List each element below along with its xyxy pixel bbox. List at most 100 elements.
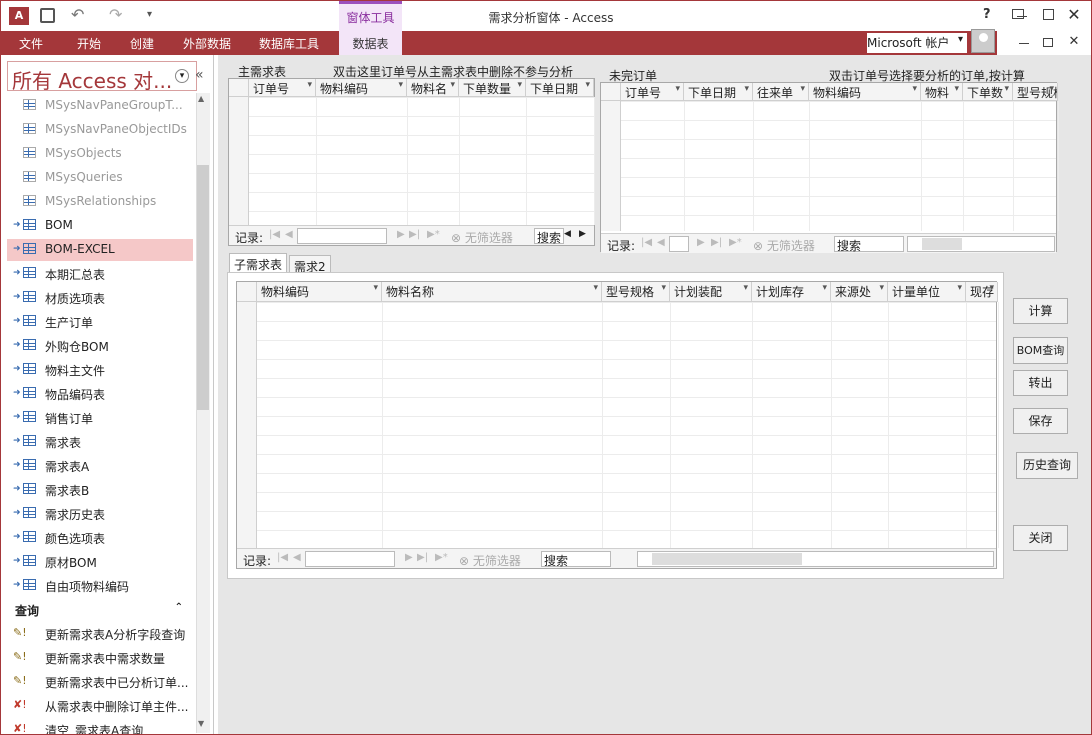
nav-table-item[interactable]: ➜ 需求表 [7, 431, 193, 453]
search-input[interactable]: 搜索 [534, 228, 564, 245]
column-header[interactable]: 计划库存 ▾ [752, 282, 831, 302]
column-dropdown-icon[interactable]: ▾ [912, 84, 917, 94]
column-header[interactable]: 来源处 ▾ [831, 282, 888, 302]
row-selector-column[interactable] [229, 79, 249, 225]
doc-restore-icon[interactable] [1037, 34, 1059, 52]
tab-external-data[interactable]: 外部数据 [183, 31, 231, 55]
column-dropdown-icon[interactable]: ▾ [398, 80, 403, 90]
save-icon[interactable] [40, 8, 55, 23]
column-dropdown-icon[interactable]: ▾ [1004, 84, 1009, 94]
prev-record-icon[interactable]: ◀ [293, 552, 301, 563]
nav-table-item[interactable]: ➜ 自由项物料编码 [7, 575, 193, 597]
tab-file[interactable]: 文件 [1, 31, 61, 55]
current-record-input[interactable] [297, 228, 387, 244]
save-button[interactable]: 保存 [1013, 408, 1068, 434]
nav-query-item[interactable]: ✎! 更新需求表中已分析订单... [7, 671, 193, 693]
column-header[interactable]: 下单日期 ▾ [526, 79, 594, 97]
column-dropdown-icon[interactable]: ▾ [450, 80, 455, 90]
column-dropdown-icon[interactable]: ▾ [800, 84, 805, 94]
nav-table-item[interactable]: ➜ 颜色选项表 [7, 527, 193, 549]
history-query-button[interactable]: 历史查询 [1016, 452, 1078, 479]
avatar[interactable] [971, 29, 995, 53]
last-record-icon[interactable]: ▶| [417, 552, 428, 563]
tab-create[interactable]: 创建 [130, 31, 154, 55]
next-record-icon[interactable]: ▶ [397, 229, 405, 240]
sub-demand-datasheet[interactable]: 记录: |◀ ◀ ▶ ▶| ▶* ⊗ 无筛选器 搜索 物料编码 ▾ 物料名称 ▾ 型号规… [236, 281, 999, 569]
column-dropdown-icon[interactable]: ▾ [675, 84, 680, 94]
column-dropdown-icon[interactable]: ▾ [373, 283, 378, 293]
nav-collapse-icon[interactable]: « [195, 67, 204, 83]
column-header[interactable]: 物料名称 ▾ [382, 282, 602, 302]
prev-record-icon[interactable]: ◀ [657, 237, 665, 248]
scrollbar-thumb[interactable] [652, 553, 802, 565]
current-record-input[interactable] [669, 236, 689, 252]
column-dropdown-icon[interactable]: ▾ [744, 84, 749, 94]
prev-record-icon[interactable]: ◀ [285, 229, 293, 240]
column-header[interactable]: 订单号 ▾ [249, 79, 316, 97]
nav-menu-dropdown-icon[interactable]: ▾ [175, 69, 189, 83]
next-record-icon[interactable]: ▶ [405, 552, 413, 563]
nav-table-item[interactable]: ➜ 需求历史表 [7, 503, 193, 525]
column-header[interactable]: 物料名 ▾ [407, 79, 459, 97]
nav-group-queries[interactable]: 查询 ⌃ [7, 600, 193, 620]
bom-query-button[interactable]: BOM查询 [1013, 337, 1068, 364]
nav-table-item[interactable]: MSysRelationships [7, 191, 193, 213]
column-dropdown-icon[interactable]: ▾ [517, 80, 522, 90]
column-header[interactable]: 物料编码 ▾ [809, 83, 921, 101]
column-dropdown-icon[interactable]: ▾ [954, 84, 959, 94]
column-header[interactable]: 下单数 ▾ [963, 83, 1013, 101]
tab-sub-demand[interactable]: 子需求表 [229, 253, 288, 273]
scroll-right-icon[interactable]: ▶ [579, 229, 586, 239]
nav-pane-title[interactable]: 所有 Access 对... [7, 61, 197, 91]
nav-table-item[interactable]: MSysObjects [7, 143, 193, 165]
column-dropdown-icon[interactable]: ▾ [957, 283, 962, 293]
column-dropdown-icon[interactable]: ▾ [661, 283, 666, 293]
nav-scroll-up-icon[interactable]: ▲ [198, 94, 204, 103]
column-dropdown-icon[interactable]: ▾ [1049, 84, 1054, 94]
nav-scrollbar-thumb[interactable] [197, 165, 209, 410]
column-header[interactable]: 下单数量 ▾ [459, 79, 526, 97]
column-header[interactable]: 下单日期 ▾ [684, 83, 753, 101]
last-record-icon[interactable]: ▶| [711, 237, 722, 248]
horizontal-scrollbar[interactable] [637, 551, 994, 567]
column-dropdown-icon[interactable]: ▾ [822, 283, 827, 293]
tab-datasheet[interactable]: 数据表 [339, 31, 402, 55]
filter-status[interactable]: ⊗ 无筛选器 [753, 237, 815, 254]
close-button[interactable]: 关闭 [1013, 525, 1068, 551]
search-input[interactable]: 搜索 [541, 551, 611, 568]
column-dropdown-icon[interactable]: ▾ [743, 283, 748, 293]
column-dropdown-icon[interactable]: ▾ [879, 283, 884, 293]
nav-scroll-down-icon[interactable]: ▼ [198, 719, 204, 728]
nav-table-item[interactable]: ➜ 外购仓BOM [7, 335, 193, 357]
nav-table-item[interactable]: ➜ 原材BOM [7, 551, 193, 573]
column-header[interactable]: 物料编码 ▾ [257, 282, 382, 302]
new-record-icon[interactable]: ▶* [435, 552, 448, 563]
last-record-icon[interactable]: ▶| [409, 229, 420, 240]
window-close-icon[interactable]: ✕ [1063, 5, 1085, 25]
window-maximize-icon[interactable] [1037, 5, 1059, 25]
tab-demand-2[interactable]: 需求2 [289, 255, 331, 274]
account-label[interactable]: Microsoft 帐户 [867, 34, 949, 51]
customize-qat-icon[interactable]: ▾ [147, 9, 152, 20]
column-header[interactable]: 型号规格 ▾ [602, 282, 670, 302]
select-all-corner[interactable] [229, 79, 249, 97]
export-button[interactable]: 转出 [1013, 370, 1068, 396]
nav-table-item[interactable]: ➜ 材质选项表 [7, 287, 193, 309]
nav-table-item[interactable]: MSysQueries [7, 167, 193, 189]
scroll-left-icon[interactable]: ◀ [564, 229, 571, 239]
window-minimize-icon[interactable] [1011, 5, 1033, 25]
nav-table-item[interactable]: ➜ 物品编码表 [7, 383, 193, 405]
column-header[interactable]: 订单号 ▾ [621, 83, 684, 101]
column-header[interactable]: 现存 ▾ [966, 282, 998, 302]
nav-table-item[interactable]: ➜ 销售订单 [7, 407, 193, 429]
nav-table-item[interactable]: MSysNavPaneGroupT... [7, 95, 193, 117]
nav-table-item[interactable]: ➜ BOM [7, 215, 193, 237]
first-record-icon[interactable]: |◀ [277, 552, 288, 563]
tab-home[interactable]: 开始 [77, 31, 101, 55]
nav-table-item[interactable]: ➜ 需求表B [7, 479, 193, 501]
select-all-corner[interactable] [601, 83, 621, 101]
next-record-icon[interactable]: ▶ [697, 237, 705, 248]
column-header[interactable]: 计划装配 ▾ [670, 282, 752, 302]
row-selector-column[interactable] [601, 83, 621, 231]
help-icon[interactable]: ? [983, 7, 991, 22]
